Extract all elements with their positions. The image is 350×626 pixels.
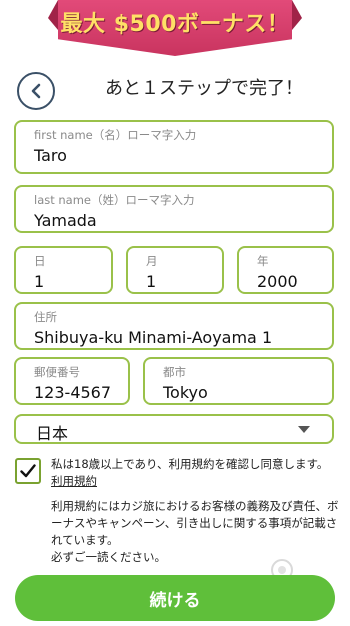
first-name-label: first name（名）ローマ字入力 (34, 128, 197, 142)
terms-link[interactable]: 利用規約 (51, 473, 97, 489)
last-name-label: last name（姓）ローマ字入力 (34, 193, 195, 207)
address-label: 住所 (34, 310, 57, 324)
country-select-value: 日本 (36, 424, 69, 443)
page-title: あと１ステップで完了！ (105, 78, 303, 99)
banner-fold-right (292, 0, 302, 30)
terms-agreement-text: 私は18歳以上であり、利用規約を確認し同意します。 (51, 457, 329, 471)
bonus-banner: 最大 $500ボーナス！ (58, 0, 292, 56)
postal-code-field[interactable]: 郵便番号 123-4567 (14, 357, 130, 405)
bonus-banner-text: 最大 $500ボーナス！ (60, 12, 290, 37)
birth-month-value[interactable]: 1 (146, 272, 222, 291)
address-value[interactable]: Shibuya-ku Minami-Aoyama 1 (34, 328, 332, 347)
checkmark-icon (20, 464, 36, 478)
address-field[interactable]: 住所 Shibuya-ku Minami-Aoyama 1 (14, 302, 334, 350)
first-name-value[interactable]: Taro (34, 146, 332, 165)
city-field[interactable]: 都市 Tokyo (143, 357, 334, 405)
country-select[interactable]: 日本 (14, 414, 334, 444)
last-name-field[interactable]: last name（姓）ローマ字入力 Yamada (14, 185, 334, 233)
continue-button-label: 続ける (149, 590, 201, 611)
terms-note-text: 必ずご一読ください。 (51, 550, 166, 564)
birth-year-value[interactable]: 2000 (257, 272, 332, 291)
birth-year-field[interactable]: 年 2000 (237, 246, 334, 294)
terms-detail-text: 利用規約にはカジ旅におけるお客様の義務及び責任、ボーナスやキャンペーン、引き出し… (51, 499, 339, 547)
continue-button[interactable]: 続ける (15, 575, 335, 621)
banner-fold-left (48, 0, 58, 30)
terms-detail: 利用規約にはカジ旅におけるお客様の義務及び責任、ボーナスやキャンペーン、引き出し… (51, 498, 341, 566)
city-label: 都市 (163, 365, 186, 379)
chevron-left-icon (31, 83, 41, 99)
chevron-down-icon (298, 426, 310, 433)
terms-checkbox[interactable] (15, 458, 41, 484)
city-value[interactable]: Tokyo (163, 383, 332, 402)
back-button[interactable] (17, 72, 55, 110)
birth-month-label: 月 (146, 254, 158, 268)
registration-sheet: 最大 $500ボーナス！ あと１ステップで完了！ first name（名）ロー… (0, 0, 350, 626)
first-name-field[interactable]: first name（名）ローマ字入力 Taro (14, 120, 334, 174)
postal-code-label: 郵便番号 (34, 365, 80, 379)
birth-day-value[interactable]: 1 (34, 272, 111, 291)
last-name-value[interactable]: Yamada (34, 211, 332, 230)
birth-day-label: 日 (34, 254, 46, 268)
postal-code-value[interactable]: 123-4567 (34, 383, 128, 402)
birth-day-field[interactable]: 日 1 (14, 246, 113, 294)
birth-month-field[interactable]: 月 1 (126, 246, 224, 294)
birth-year-label: 年 (257, 254, 269, 268)
